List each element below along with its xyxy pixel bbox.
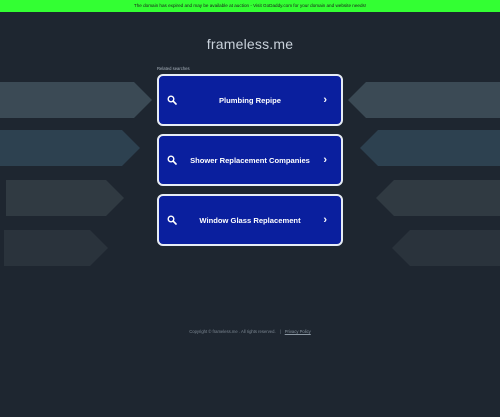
decor-arrow-right-2 bbox=[360, 130, 500, 166]
search-icon bbox=[167, 95, 177, 105]
chevron-right-icon: › bbox=[323, 94, 327, 106]
footer-separator: | bbox=[279, 329, 281, 334]
search-icon bbox=[167, 215, 177, 225]
chevron-right-icon: › bbox=[323, 214, 327, 226]
related-search-button-plumbing-repipe[interactable]: Plumbing Repipe › bbox=[157, 74, 343, 126]
related-searches-label: Related searches bbox=[157, 66, 190, 71]
footer: Copyright © frameless.me . All rights re… bbox=[0, 329, 500, 334]
copyright-text: Copyright © frameless.me . All rights re… bbox=[189, 329, 276, 334]
search-icon bbox=[167, 155, 177, 165]
decor-arrow-left-4 bbox=[4, 230, 108, 266]
related-search-label: Plumbing Repipe bbox=[218, 95, 282, 105]
chevron-right-icon: › bbox=[323, 154, 327, 166]
related-search-label: Shower Replacement Companies bbox=[190, 155, 310, 165]
decor-arrow-left-1 bbox=[0, 82, 152, 118]
decor-arrow-right-1 bbox=[348, 82, 500, 118]
related-search-button-shower-replacement[interactable]: Shower Replacement Companies › bbox=[157, 134, 343, 186]
decor-arrow-left-3 bbox=[6, 180, 124, 216]
related-search-button-window-glass[interactable]: Window Glass Replacement › bbox=[157, 194, 343, 246]
site-title: frameless.me bbox=[206, 36, 294, 52]
decor-arrow-right-3 bbox=[376, 180, 500, 216]
privacy-policy-link[interactable]: Privacy Policy bbox=[285, 329, 311, 334]
banner-text: The domain has expired and may be availa… bbox=[133, 3, 367, 8]
related-search-label: Window Glass Replacement bbox=[199, 215, 301, 225]
decor-arrow-right-4 bbox=[392, 230, 500, 266]
decor-arrow-left-2 bbox=[0, 130, 140, 166]
expired-domain-banner[interactable]: The domain has expired and may be availa… bbox=[0, 0, 500, 12]
